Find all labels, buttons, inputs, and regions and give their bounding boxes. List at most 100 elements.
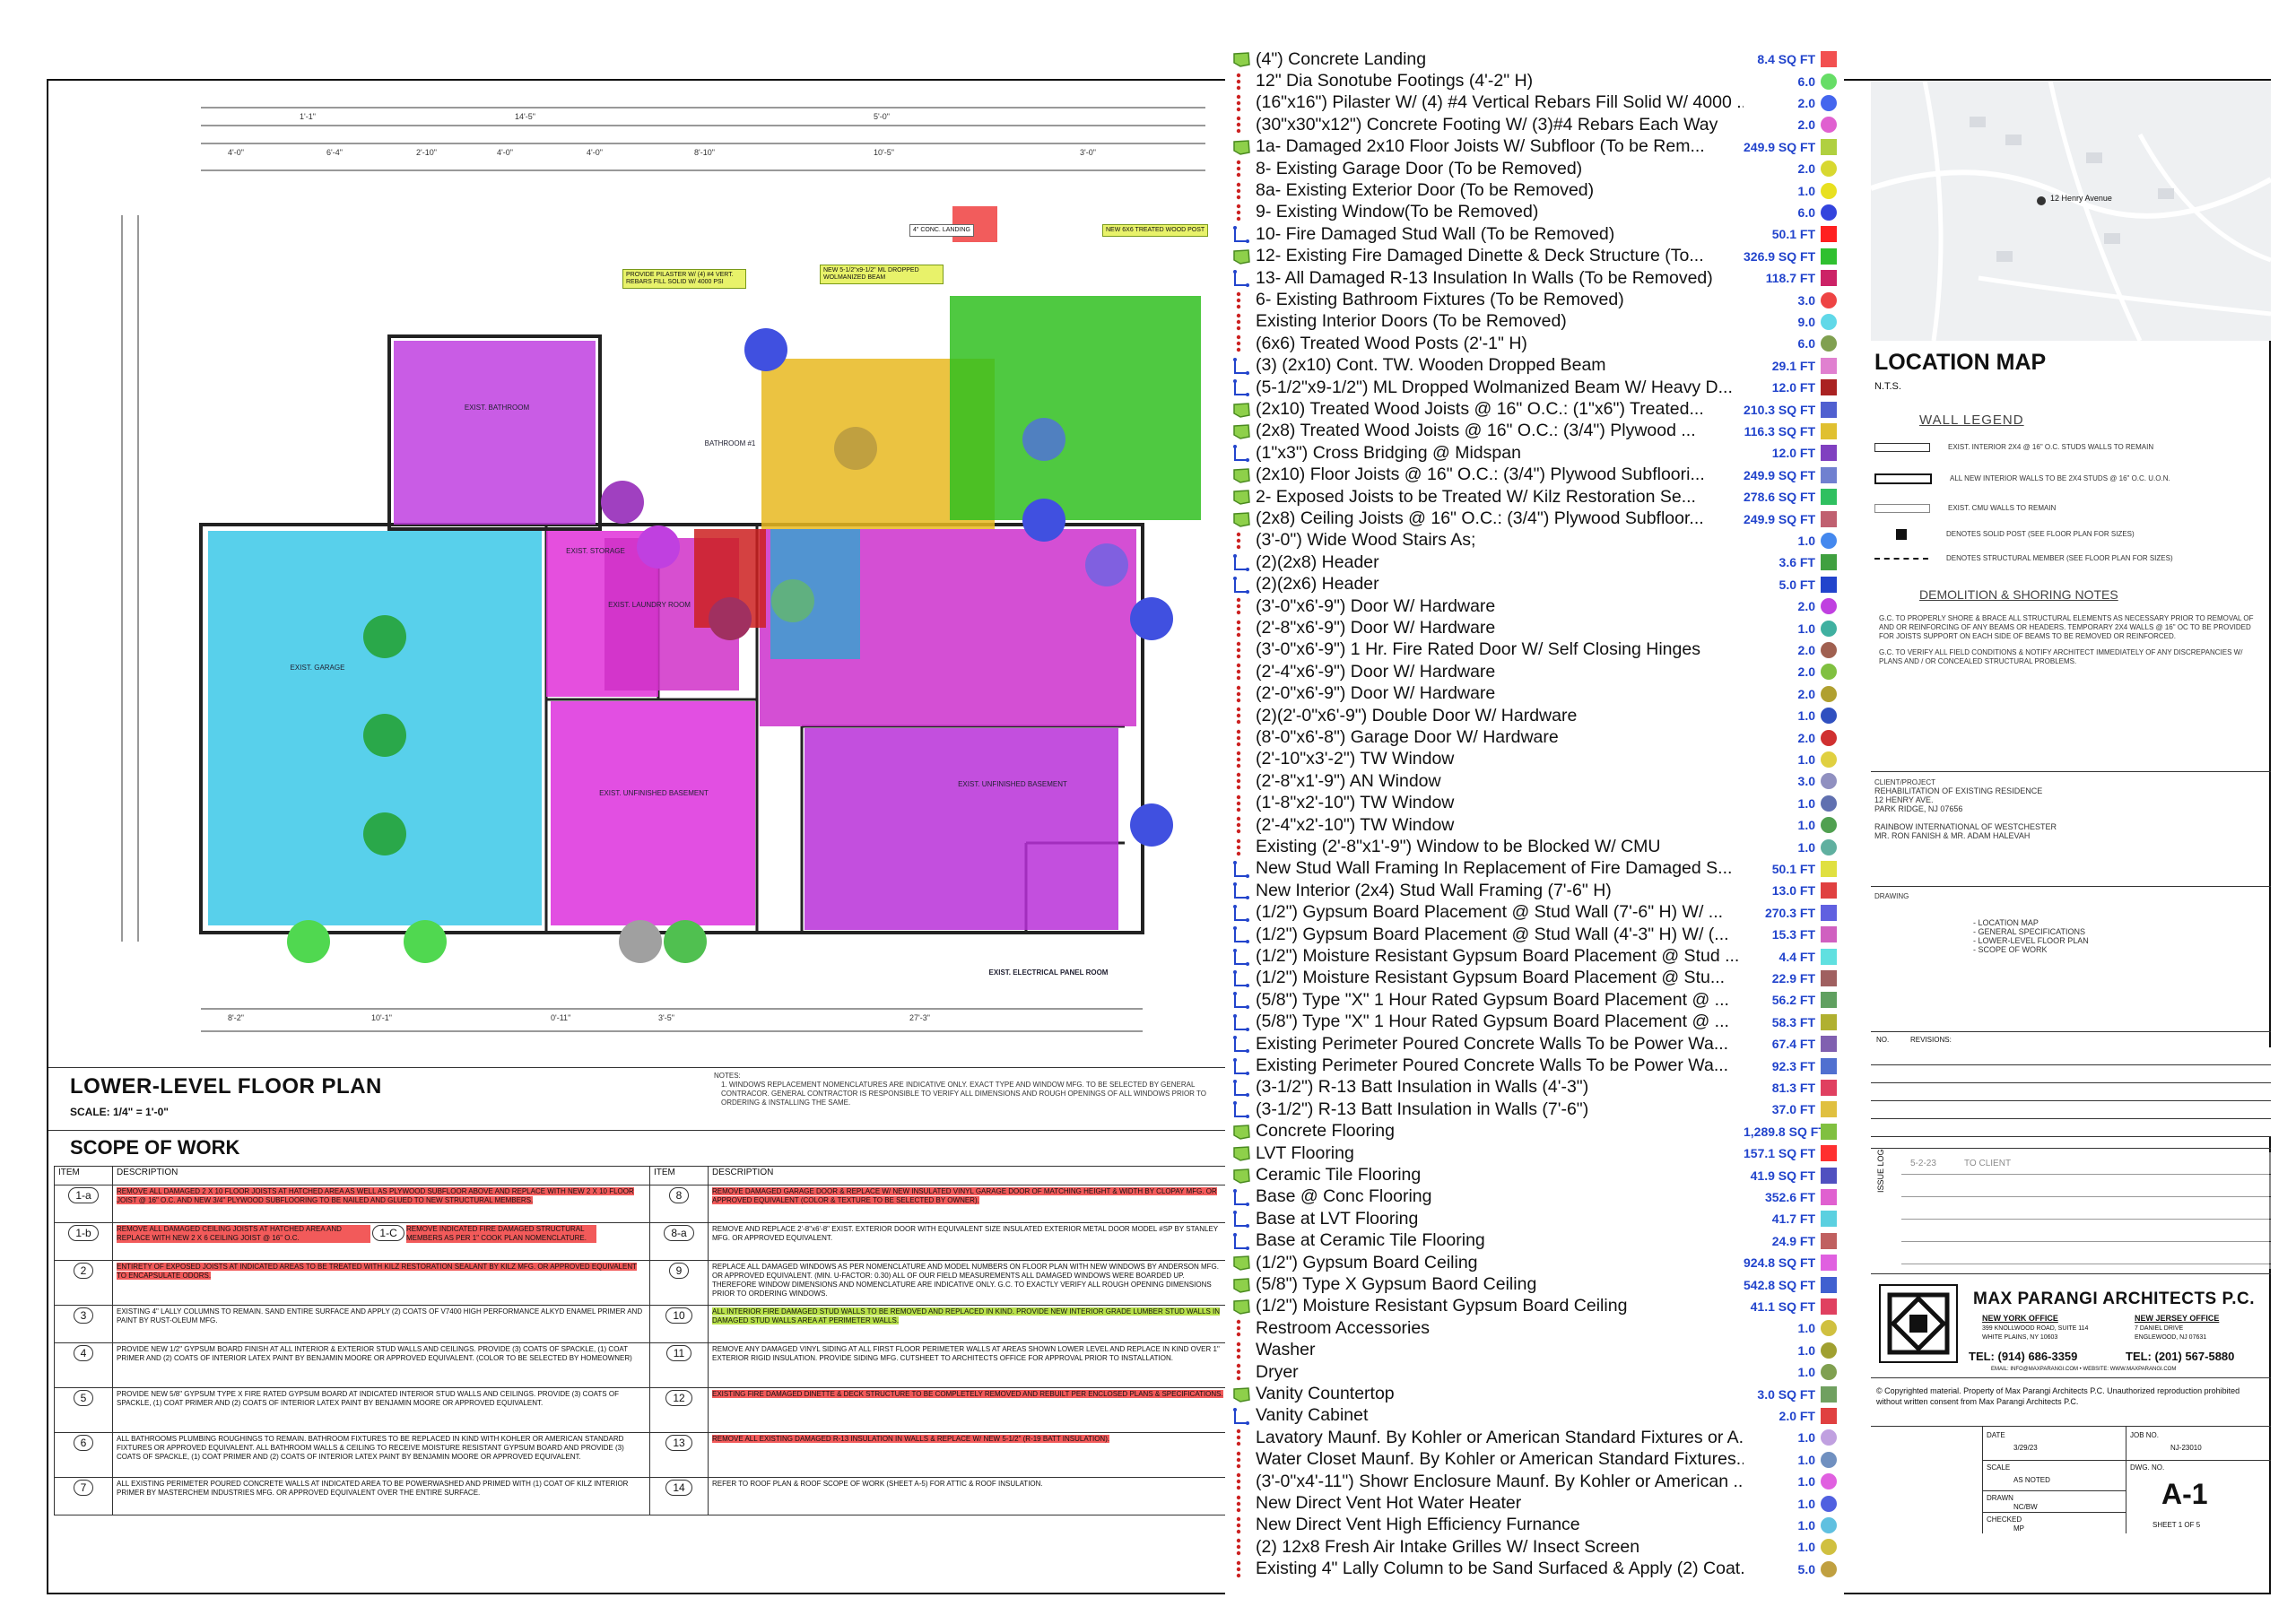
takeoff-row[interactable]: (8'-0"x6'-8") Garage Door W/ Hardware 2.0 — [1225, 726, 1844, 748]
color-swatch[interactable] — [1821, 1188, 1837, 1205]
color-swatch[interactable] — [1821, 1298, 1837, 1315]
color-swatch[interactable] — [1821, 422, 1837, 439]
marker-window[interactable] — [1130, 597, 1173, 640]
takeoff-legend-panel[interactable]: (4") Concrete Landing 8.4 SQ FT 12" Dia So… — [1225, 48, 1844, 1595]
color-swatch[interactable] — [1821, 685, 1837, 702]
marker-door[interactable] — [619, 920, 662, 963]
color-swatch[interactable] — [1821, 445, 1837, 462]
takeoff-row[interactable]: (1"x3") Cross Bridging @ Midspan 12.0 FT — [1225, 442, 1844, 464]
color-swatch[interactable] — [1821, 708, 1837, 725]
marker-post[interactable] — [834, 427, 877, 470]
color-swatch[interactable] — [1821, 1101, 1837, 1118]
color-swatch[interactable] — [1821, 1429, 1837, 1446]
color-swatch[interactable] — [1821, 204, 1837, 221]
takeoff-row[interactable]: Vanity Cabinet 2.0 FT — [1225, 1405, 1844, 1427]
color-swatch[interactable] — [1821, 313, 1837, 330]
color-swatch[interactable] — [1821, 1123, 1837, 1140]
takeoff-row[interactable]: (1'-8"x2'-10") TW Window 1.0 — [1225, 793, 1844, 814]
floor-plan[interactable]: EXIST. GARAGE EXIST. BATHROOM EXIST. STO… — [48, 81, 1223, 1067]
takeoff-row[interactable]: Lavatory Maunf. By Kohler or American St… — [1225, 1427, 1844, 1448]
color-swatch[interactable] — [1821, 1364, 1837, 1381]
takeoff-row[interactable]: (2) 12x8 Fresh Air Intake Grilles W/ Ins… — [1225, 1536, 1844, 1558]
marker-post[interactable] — [1022, 418, 1065, 461]
color-swatch[interactable] — [1821, 554, 1837, 571]
color-swatch[interactable] — [1821, 1516, 1837, 1533]
color-swatch[interactable] — [1821, 1320, 1837, 1337]
takeoff-row[interactable]: (1/2") Gypsum Board Ceiling 924.8 SQ FT — [1225, 1252, 1844, 1273]
color-swatch[interactable] — [1821, 664, 1837, 681]
color-swatch[interactable] — [1821, 379, 1837, 396]
takeoff-row[interactable]: (2)(2x8) Header 3.6 FT — [1225, 551, 1844, 573]
color-swatch[interactable] — [1821, 182, 1837, 199]
takeoff-row[interactable]: New Direct Vent High Efficiency Furnance… — [1225, 1515, 1844, 1536]
takeoff-row[interactable]: New Direct Vent Hot Water Heater 1.0 — [1225, 1492, 1844, 1514]
takeoff-row[interactable]: Water Closet Maunf. By Kohler or America… — [1225, 1449, 1844, 1471]
color-swatch[interactable] — [1821, 729, 1837, 746]
color-swatch[interactable] — [1821, 1495, 1837, 1512]
takeoff-row[interactable]: (1/2") Moisture Resistant Gypsum Board C… — [1225, 1296, 1844, 1317]
takeoff-row[interactable]: (3'-0") Wide Wood Stairs As; 1.0 — [1225, 530, 1844, 551]
takeoff-row[interactable]: 8a- Existing Exterior Door (To be Remove… — [1225, 179, 1844, 201]
color-swatch[interactable] — [1821, 576, 1837, 593]
takeoff-row[interactable]: (3'-0"x6'-9") 1 Hr. Fire Rated Door W/ S… — [1225, 639, 1844, 661]
takeoff-row[interactable]: 2- Exposed Joists to be Treated W/ Kilz … — [1225, 486, 1844, 508]
color-swatch[interactable] — [1821, 117, 1837, 134]
color-swatch[interactable] — [1821, 1407, 1837, 1424]
color-swatch[interactable] — [1821, 1232, 1837, 1249]
takeoff-row[interactable]: Base @ Conc Flooring 352.6 FT — [1225, 1186, 1844, 1208]
takeoff-row[interactable]: Existing Interior Doors (To be Removed) 9… — [1225, 311, 1844, 333]
color-swatch[interactable] — [1821, 510, 1837, 527]
color-swatch[interactable] — [1821, 1276, 1837, 1293]
color-swatch[interactable] — [1821, 1255, 1837, 1272]
takeoff-row[interactable]: New Stud Wall Framing In Replacement of … — [1225, 858, 1844, 880]
takeoff-row[interactable]: (3'-0"x4'-11") Showr Enclosure Maunf. By… — [1225, 1471, 1844, 1492]
takeoff-row[interactable]: New Interior (2x4) Stud Wall Framing (7'… — [1225, 880, 1844, 901]
takeoff-row[interactable]: Existing Perimeter Poured Concrete Walls… — [1225, 1033, 1844, 1055]
marker-door[interactable] — [664, 920, 707, 963]
color-swatch[interactable] — [1821, 1342, 1837, 1359]
takeoff-row[interactable]: (5/8") Type "X" 1 Hour Rated Gypsum Boar… — [1225, 1012, 1844, 1033]
color-swatch[interactable] — [1821, 270, 1837, 287]
marker-door[interactable] — [404, 920, 447, 963]
takeoff-row[interactable]: 1a- Damaged 2x10 Floor Joists W/ Subfloo… — [1225, 136, 1844, 158]
takeoff-row[interactable]: Existing Perimeter Poured Concrete Walls… — [1225, 1055, 1844, 1076]
color-swatch[interactable] — [1821, 1013, 1837, 1030]
marker-post[interactable] — [601, 481, 644, 524]
color-swatch[interactable] — [1821, 969, 1837, 986]
color-swatch[interactable] — [1821, 838, 1837, 855]
marker-footing[interactable] — [363, 812, 406, 855]
takeoff-row[interactable]: (2x10) Treated Wood Joists @ 16" O.C.: (… — [1225, 398, 1844, 420]
marker-window[interactable] — [1130, 803, 1173, 847]
color-swatch[interactable] — [1821, 466, 1837, 483]
color-swatch[interactable] — [1821, 1211, 1837, 1228]
color-swatch[interactable] — [1821, 817, 1837, 834]
color-swatch[interactable] — [1821, 161, 1837, 178]
marker-post[interactable] — [709, 597, 752, 640]
takeoff-row[interactable]: (2x8) Treated Wood Joists @ 16" O.C.: (3… — [1225, 421, 1844, 442]
takeoff-row[interactable]: (2'-0"x6'-9") Door W/ Hardware 2.0 — [1225, 683, 1844, 705]
takeoff-row[interactable]: (2'-8"x1'-9") AN Window 3.0 — [1225, 770, 1844, 792]
marker-post[interactable] — [637, 525, 680, 569]
color-swatch[interactable] — [1821, 489, 1837, 506]
color-swatch[interactable] — [1821, 795, 1837, 812]
takeoff-row[interactable]: Washer 1.0 — [1225, 1340, 1844, 1361]
takeoff-row[interactable]: 8- Existing Garage Door (To be Removed) 2… — [1225, 158, 1844, 179]
takeoff-row[interactable]: (1/2") Gypsum Board Placement @ Stud Wal… — [1225, 924, 1844, 945]
color-swatch[interactable] — [1821, 620, 1837, 637]
color-swatch[interactable] — [1821, 94, 1837, 111]
color-swatch[interactable] — [1821, 1451, 1837, 1468]
takeoff-row[interactable]: (1/2") Gypsum Board Placement @ Stud Wal… — [1225, 902, 1844, 924]
color-swatch[interactable] — [1821, 860, 1837, 877]
color-swatch[interactable] — [1821, 882, 1837, 899]
takeoff-row[interactable]: 10- Fire Damaged Stud Wall (To be Remove… — [1225, 223, 1844, 245]
takeoff-row[interactable]: (2'-8"x6'-9") Door W/ Hardware 1.0 — [1225, 617, 1844, 638]
color-swatch[interactable] — [1821, 1057, 1837, 1074]
takeoff-row[interactable]: (5-1/2"x9-1/2") ML Dropped Wolmanized Be… — [1225, 377, 1844, 398]
color-swatch[interactable] — [1821, 138, 1837, 155]
marker-window[interactable] — [1022, 499, 1065, 542]
color-swatch[interactable] — [1821, 992, 1837, 1009]
takeoff-row[interactable]: (5/8") Type "X" 1 Hour Rated Gypsum Boar… — [1225, 989, 1844, 1011]
color-swatch[interactable] — [1821, 751, 1837, 768]
marker-footing[interactable] — [363, 615, 406, 658]
color-swatch[interactable] — [1821, 248, 1837, 265]
